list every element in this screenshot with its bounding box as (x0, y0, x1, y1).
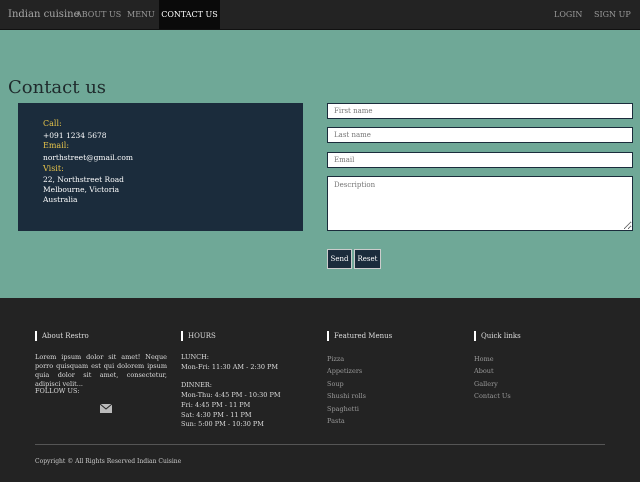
contact-info-box: Call: +091 1234 5678 Email: northstreet@… (18, 103, 303, 231)
lunch-hours: Mon-Fri: 11:30 AM - 2:30 PM (181, 363, 279, 371)
follow-us-label: FOLLOW US: (35, 387, 80, 395)
footer-about-title: About Restro (35, 331, 89, 341)
nav-sign-up[interactable]: SIGN UP (594, 0, 631, 29)
nav-contact-us[interactable]: CONTACT US (159, 0, 220, 29)
dinner-hours-3: Sat: 4:30 PM - 11 PM (181, 411, 252, 419)
menu-link-spaghetti[interactable]: Spaghetti (327, 403, 359, 416)
visit-label: Visit: (43, 164, 64, 173)
footer-hours-title: HOURS (181, 331, 216, 341)
nav-login[interactable]: LOGIN (554, 0, 582, 29)
address-line-3: Australia (43, 195, 78, 204)
lunch-label: LUNCH: (181, 353, 209, 361)
first-name-field[interactable] (327, 103, 633, 119)
footer: About Restro Lorem ipsum dolor sit amet!… (0, 298, 640, 482)
quick-link-contact-us[interactable]: Contact Us (474, 390, 511, 403)
brand-link[interactable]: Indian cuisine (8, 0, 80, 29)
address-line-1: 22, Northstreet Road (43, 175, 124, 184)
quick-link-gallery[interactable]: Gallery (474, 378, 498, 391)
reset-button[interactable]: Reset (354, 249, 381, 269)
envelope-icon[interactable] (100, 404, 112, 413)
quick-link-home[interactable]: Home (474, 353, 494, 366)
email-label: Email: (43, 141, 70, 150)
footer-about-text: Lorem ipsum dolor sit amet! Neque porro … (35, 353, 167, 388)
dinner-hours-4: Sun: 5:00 PM - 10:30 PM (181, 420, 264, 428)
nav-menu[interactable]: MENU (127, 0, 155, 29)
quick-link-about[interactable]: About (474, 365, 494, 378)
copyright-text: Copyright © All Rights Reserved Indian C… (35, 458, 182, 465)
phone-number: +091 1234 5678 (43, 131, 107, 140)
footer-divider (35, 444, 605, 445)
menu-link-appetizers[interactable]: Appetizers (327, 365, 362, 378)
address-line-2: Melbourne, Victoria (43, 185, 120, 194)
last-name-field[interactable] (327, 127, 633, 143)
dinner-hours-2: Fri: 4:45 PM - 11 PM (181, 401, 251, 409)
menu-link-pizza[interactable]: Pizza (327, 353, 344, 366)
menu-link-soup[interactable]: Soup (327, 378, 344, 391)
footer-links-title: Quick links (474, 331, 521, 341)
top-navbar: Indian cuisine ABOUT US MENU CONTACT US … (0, 0, 640, 30)
page-title: Contact us (8, 77, 107, 98)
description-field[interactable] (327, 176, 633, 231)
dinner-hours-1: Mon-Thu: 4:45 PM - 10:30 PM (181, 391, 281, 399)
nav-about-us[interactable]: ABOUT US (76, 0, 121, 29)
menu-link-pasta[interactable]: Pasta (327, 415, 345, 428)
call-label: Call: (43, 119, 62, 128)
menu-link-sushi-rolls[interactable]: Shushi rolls (327, 390, 366, 403)
email-address: northstreet@gmail.com (43, 153, 134, 162)
footer-menus-title: Featured Menus (327, 331, 392, 341)
email-field[interactable] (327, 152, 633, 168)
send-button[interactable]: Send (327, 249, 352, 269)
dinner-label: DINNER: (181, 381, 212, 389)
